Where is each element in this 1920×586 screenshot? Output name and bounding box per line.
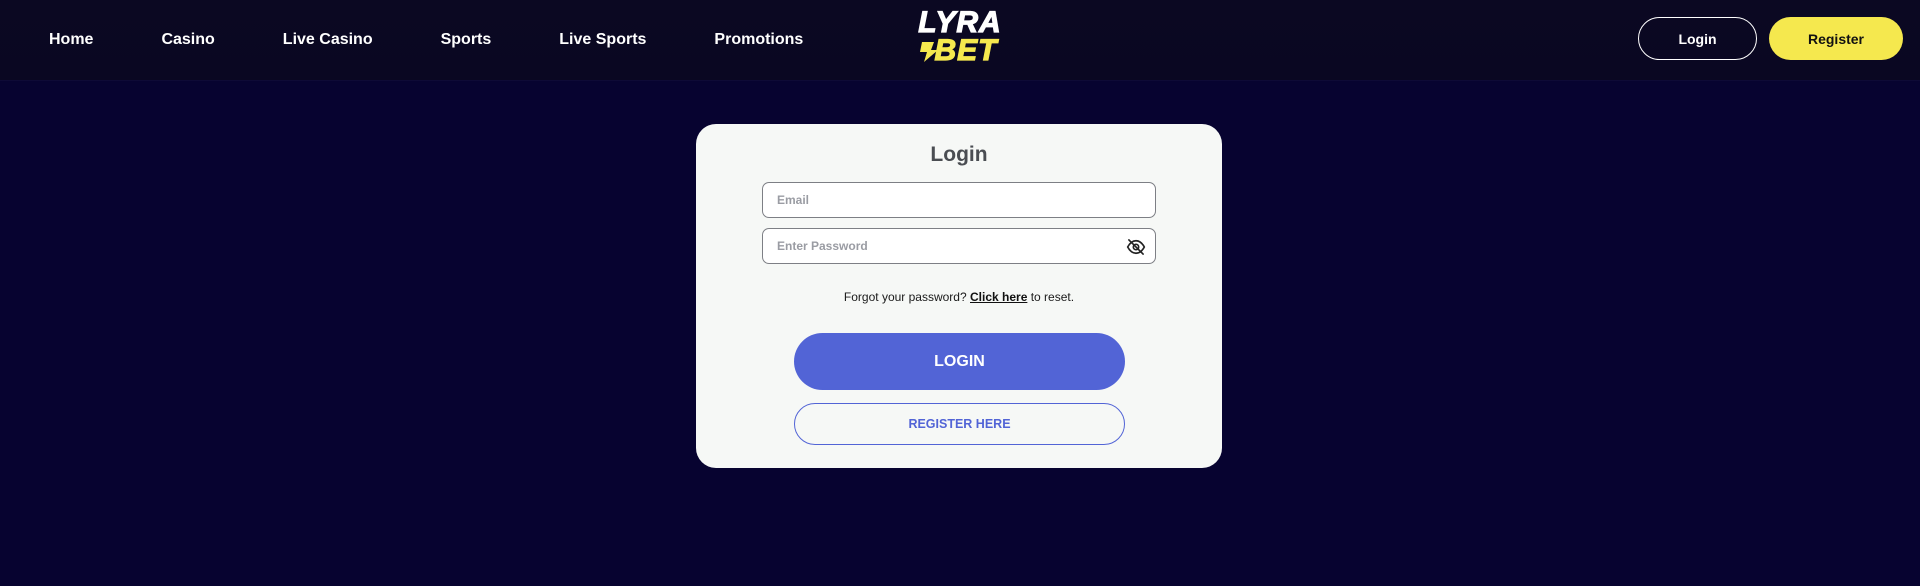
header-actions: Login Register xyxy=(1638,17,1903,60)
nav-item-casino[interactable]: Casino xyxy=(161,31,214,49)
email-field-wrapper xyxy=(762,182,1156,218)
lyrabet-logo[interactable]: LYRA BET xyxy=(900,5,1020,67)
forgot-password-prefix: Forgot your password? xyxy=(843,290,967,304)
password-input[interactable] xyxy=(777,239,1141,253)
password-field-wrapper xyxy=(762,228,1156,264)
email-input[interactable] xyxy=(777,193,1141,207)
login-card: Login Forgot your password? Click here t… xyxy=(696,124,1222,468)
eye-slash-icon[interactable] xyxy=(1126,237,1146,257)
forgot-password-text: Forgot your password? Click here to rese… xyxy=(696,290,1222,304)
header-login-button[interactable]: Login xyxy=(1638,17,1757,60)
register-here-button[interactable]: REGISTER HERE xyxy=(794,403,1125,445)
logo-graphic: LYRA BET xyxy=(918,5,1002,67)
login-submit-button[interactable]: LOGIN xyxy=(794,333,1125,390)
forgot-password-suffix: to reset. xyxy=(1030,290,1075,304)
logo-text-bottom: BET xyxy=(935,34,1000,64)
nav-item-sports[interactable]: Sports xyxy=(441,31,492,49)
top-navigation-bar: Home Casino Live Casino Sports Live Spor… xyxy=(0,0,1920,80)
nav-item-promotions[interactable]: Promotions xyxy=(714,31,803,49)
nav-item-live-sports[interactable]: Live Sports xyxy=(559,31,646,49)
main-nav: Home Casino Live Casino Sports Live Spor… xyxy=(49,0,803,80)
login-card-title: Login xyxy=(930,143,988,166)
nav-item-home[interactable]: Home xyxy=(49,31,93,49)
header-register-button[interactable]: Register xyxy=(1769,17,1903,60)
reset-password-link[interactable]: Click here xyxy=(970,290,1027,304)
nav-item-live-casino[interactable]: Live Casino xyxy=(283,31,373,49)
